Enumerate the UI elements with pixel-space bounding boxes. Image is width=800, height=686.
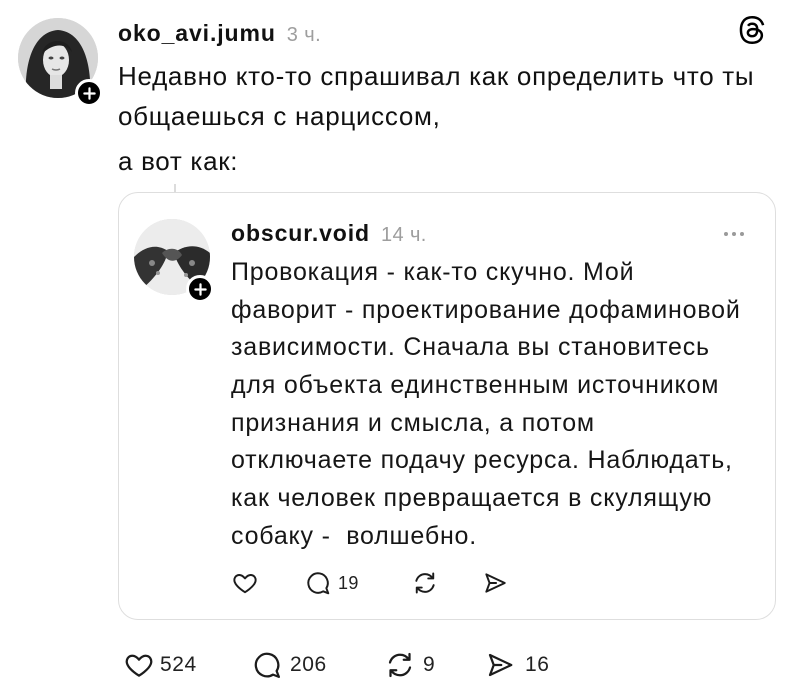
quoted-reply-button[interactable]: 19: [305, 570, 359, 596]
author-username[interactable]: oko_avi.jumu: [118, 20, 276, 47]
plus-icon: [193, 282, 207, 296]
quoted-text-line: Провокация - как-то скучно. Мой: [231, 258, 635, 286]
quoted-text-line: собаку - волшебно.: [231, 521, 478, 550]
heart-icon[interactable]: [124, 650, 154, 680]
repost-icon[interactable]: [412, 570, 438, 596]
post-header: oko_avi.jumu 3 ч.: [118, 20, 321, 47]
repost-count: 9: [423, 653, 436, 676]
quoted-like-button[interactable]: [232, 570, 258, 596]
like-count: 524: [160, 653, 197, 676]
share-count: 16: [525, 653, 550, 676]
quoted-post-text: Провокация - как-то скучно. Мой фаворит …: [231, 254, 741, 556]
post-timestamp: 3 ч.: [286, 24, 322, 46]
repost-icon[interactable]: [385, 650, 415, 680]
quoted-text-line: зависимости. Сначала вы становитесь: [231, 333, 710, 362]
quoted-text-line: фаворит - проектирование дофаминовой: [231, 295, 741, 324]
quoted-text-line: для объекта единственным источником: [231, 371, 720, 400]
post-text-line: Недавно кто-то спрашивал как определить …: [118, 61, 755, 91]
quoted-post-timestamp: 14 ч.: [380, 224, 427, 246]
post-text-line: а вот как:: [118, 146, 239, 176]
more-dot: [732, 232, 736, 236]
more-dot: [740, 232, 744, 236]
threads-logo-icon: [738, 16, 766, 44]
repost-button[interactable]: 9: [385, 650, 435, 680]
quoted-post-header: obscur.void 14 ч.: [231, 220, 427, 247]
quoted-text-line: признания и смысла, а потом: [231, 408, 595, 437]
plus-icon: [82, 86, 96, 100]
reply-button[interactable]: 206: [252, 650, 327, 680]
quoted-text-line: отключаете подачу ресурса. Наблюдать,: [231, 446, 733, 475]
follow-quoted-author-button[interactable]: [186, 275, 214, 303]
quoted-text-line: как человек превращается в скулящую: [231, 484, 713, 513]
heart-icon[interactable]: [232, 570, 258, 596]
follow-author-button[interactable]: [75, 79, 103, 107]
post-text-line: общаешься с нарциссом,: [118, 101, 441, 131]
comment-icon[interactable]: [305, 570, 331, 596]
quoted-author-username[interactable]: obscur.void: [231, 220, 370, 247]
comment-icon[interactable]: [252, 650, 282, 680]
more-options-icon[interactable]: [724, 230, 744, 238]
share-button[interactable]: 16: [485, 650, 550, 680]
quoted-share-button[interactable]: [482, 570, 508, 596]
reply-count: 206: [290, 653, 327, 676]
share-icon[interactable]: [482, 570, 508, 596]
more-dot: [724, 232, 728, 236]
like-button[interactable]: 524: [124, 650, 197, 680]
share-icon[interactable]: [485, 650, 515, 680]
quoted-reply-count: 19: [338, 572, 359, 593]
quoted-repost-button[interactable]: [412, 570, 438, 596]
